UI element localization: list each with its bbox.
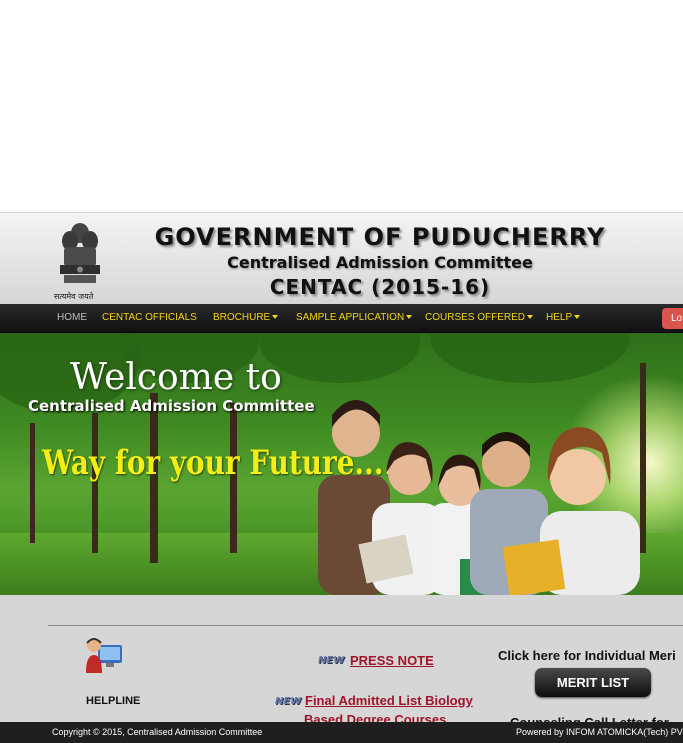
header-year-title: CENTAC (2015-16) [269, 275, 491, 299]
students-photo [318, 400, 640, 595]
tree-trunk [92, 413, 98, 553]
header-subtitle: Centralised Admission Committee [227, 253, 533, 272]
footer-copyright: Copyright © 2015, Centralised Admission … [52, 727, 263, 737]
page: सत्यमेव जयते GOVERNMENT OF PUDUCHERRY Ce… [0, 0, 683, 743]
hero-banner: Welcome to Centralised Admission Committ… [0, 333, 683, 595]
merit-heading: Click here for Individual Meri [498, 648, 676, 663]
final-admitted-list-link[interactable]: Final Admitted List Biology [305, 693, 473, 708]
login-button[interactable]: Lo [662, 308, 683, 329]
content-section: HELPLINE NEW PRESS NOTE NEW Final Admitt… [0, 595, 683, 730]
nav-home[interactable]: HOME [57, 304, 87, 333]
nav-sample-application-label: SAMPLE APPLICATION [296, 312, 405, 323]
helpline-support-icon [86, 638, 122, 673]
nav-centac-officials[interactable]: CENTAC OFFICIALS [102, 304, 197, 333]
banner-subtitle: Centralised Admission Committee [28, 397, 315, 415]
section-divider [48, 625, 683, 626]
site-footer: Copyright © 2015, Centralised Admission … [0, 722, 683, 743]
nav-courses-offered-label: COURSES OFFERED [425, 312, 526, 323]
nav-sample-application[interactable]: SAMPLE APPLICATION [296, 304, 413, 333]
banner-welcome-text: Welcome to [70, 357, 282, 398]
helpline-label: HELPLINE [86, 695, 141, 707]
header-title: GOVERNMENT OF PUDUCHERRY [154, 223, 606, 251]
new-badge-icon: NEW [318, 655, 345, 666]
main-navbar: HOME CENTAC OFFICIALS BROCHURE SAMPLE AP… [0, 304, 683, 333]
chevron-down-icon [574, 315, 581, 320]
chevron-down-icon [527, 315, 534, 320]
tree-trunk [30, 423, 35, 543]
nav-brochure-label: BROCHURE [213, 312, 271, 323]
nav-brochure[interactable]: BROCHURE [213, 304, 279, 333]
nav-help[interactable]: HELP [546, 304, 581, 333]
new-badge-icon: NEW [275, 696, 302, 707]
nav-courses-offered[interactable]: COURSES OFFERED [425, 304, 534, 333]
press-note-link[interactable]: PRESS NOTE [350, 653, 434, 668]
merit-list-button[interactable]: MERIT LIST [535, 668, 651, 697]
site-header: सत्यमेव जयते GOVERNMENT OF PUDUCHERRY Ce… [0, 212, 683, 304]
chevron-down-icon [406, 315, 413, 320]
footer-powered-by[interactable]: Powered by INFOM ATOMICKA(Tech) PV [516, 722, 683, 743]
nav-help-label: HELP [546, 312, 573, 323]
chevron-down-icon [272, 315, 279, 320]
